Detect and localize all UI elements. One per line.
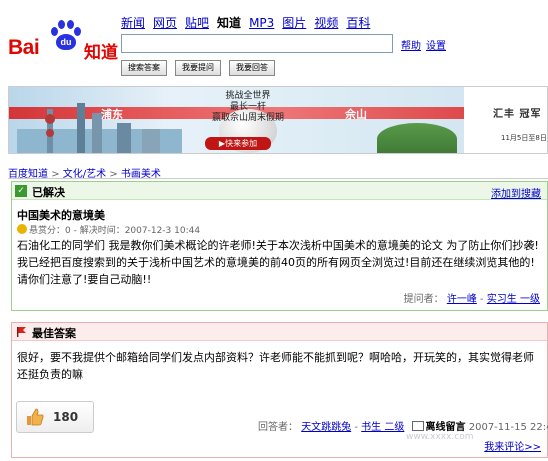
banner-slogan-line2: 最长一杆: [229, 102, 266, 112]
nav-item-web[interactable]: 网页: [153, 16, 177, 30]
answer-time: 2007-11-15 22:44: [468, 422, 548, 433]
answerer-label: 回答者：: [258, 422, 298, 433]
answerer-info: 回答者： 天文跳跳兔 - 书生 二级 离线留言 2007-11-15 22:44: [258, 418, 548, 433]
question-meta: 悬赏分：0 - 解决时间：2007-12-3 10:44: [17, 223, 200, 236]
golf-course-image: [377, 123, 457, 153]
nav-item-video[interactable]: 视频: [314, 16, 338, 30]
answer-question-button[interactable]: 我要回答: [229, 60, 275, 76]
top-nav: 新闻 网页 贴吧 知道 MP3 图片 视频 百科: [121, 14, 378, 31]
nav-item-baike[interactable]: 百科: [346, 16, 370, 30]
banner-date: 11月5日至8日: [501, 134, 547, 142]
nav-item-mp3[interactable]: MP3: [249, 16, 274, 30]
answerer-level-link[interactable]: 书生 二级: [361, 422, 404, 433]
banner-sheshan-label: 佘山: [345, 108, 367, 121]
asker-name-link[interactable]: 许一峰: [447, 294, 477, 305]
question-title: 中国美术的意境美: [17, 209, 105, 222]
search-input[interactable]: [121, 34, 393, 53]
help-link[interactable]: 帮助: [401, 41, 421, 52]
asker-label: 提问者：: [403, 294, 444, 305]
banner-pudong-label: 浦东: [101, 108, 123, 121]
like-count: 180: [53, 410, 79, 424]
paw-icon: du: [51, 20, 81, 50]
logo-bai-text: Bai: [8, 36, 40, 59]
reward-points: 悬赏分：0: [29, 226, 71, 236]
banner-slogan: 挑战全世界 最长一杆 赢取佘山周末假期: [193, 91, 303, 124]
nav-item-news[interactable]: 新闻: [121, 16, 145, 30]
banner-join-button[interactable]: ▶快来参加: [205, 137, 271, 150]
question-panel: ✓ 已解决 添加到搜藏 中国美术的意境美 悬赏分：0 - 解决时间：2007-1…: [11, 181, 548, 311]
ask-question-button[interactable]: 我要提问: [175, 60, 221, 76]
banner-slogan-line1: 挑战全世界: [225, 91, 271, 101]
banner-slogan-line3: 赢取佘山周末假期: [211, 113, 284, 123]
help-links: 帮助 设置: [401, 37, 451, 52]
baidu-zhidao-logo[interactable]: Bai du 知道: [8, 14, 120, 63]
nav-item-zhidao[interactable]: 知道: [217, 16, 241, 30]
comment-link[interactable]: 我来评论>>: [484, 438, 541, 453]
nav-item-tieba[interactable]: 贴吧: [185, 16, 209, 30]
sponsor-logo-text: 汇丰 冠军: [493, 109, 542, 120]
city-skyline-image: [17, 103, 182, 153]
flag-icon: [17, 327, 26, 337]
like-button[interactable]: 180: [16, 401, 94, 433]
thumbs-up-icon: [27, 408, 44, 426]
logo-du-text: du: [56, 34, 76, 50]
question-body: 石油化工的同学们 我是教你们美术概论的许老师!关于本次浅析中国美术的意境美的论文…: [17, 239, 539, 286]
logo-zhidao-text: 知道: [84, 43, 118, 63]
question-panel-header: ✓ 已解决 添加到搜藏: [12, 182, 547, 200]
watermark-text: www.xxxx.com: [406, 432, 474, 442]
answer-body: 很好，要不我提供个邮箱给同学们发点内部资料？许老师能不能抓到呢？啊哈哈，开玩笑的…: [17, 351, 534, 381]
search-buttons: 搜索答案 我要提问 我要回答: [121, 60, 283, 76]
check-icon: ✓: [15, 185, 27, 197]
header: Bai du 知道 新闻 网页 贴吧 知道 MP3 图片 视频 百科 帮助 设置 搜索答案 我要提…: [0, 0, 548, 80]
coin-icon: [17, 224, 27, 234]
answerer-name-link[interactable]: 天文跳跳兔: [301, 422, 351, 433]
search-answer-button[interactable]: 搜索答案: [121, 60, 167, 76]
asker-level-link[interactable]: 实习生 一级: [487, 294, 540, 305]
best-answer-header: 最佳答案: [12, 323, 547, 341]
settings-link[interactable]: 设置: [426, 41, 446, 52]
message-icon: [411, 421, 424, 431]
solved-label: 已解决: [32, 186, 65, 199]
banner-sponsor-panel: [464, 87, 547, 153]
ad-banner[interactable]: 浦东 挑战全世界 最长一杆 赢取佘山周末假期 ▶快来参加 佘山 汇丰 冠军 11…: [8, 86, 548, 154]
add-to-favorites-link[interactable]: 添加到搜藏: [491, 185, 541, 200]
nav-item-images[interactable]: 图片: [282, 16, 306, 30]
best-answer-label: 最佳答案: [32, 327, 76, 340]
solve-time: - 解决时间：2007-12-3 10:44: [70, 226, 201, 236]
divider: [8, 178, 548, 179]
question-asker: 提问者： 许一峰 - 实习生 一级: [403, 294, 540, 305]
